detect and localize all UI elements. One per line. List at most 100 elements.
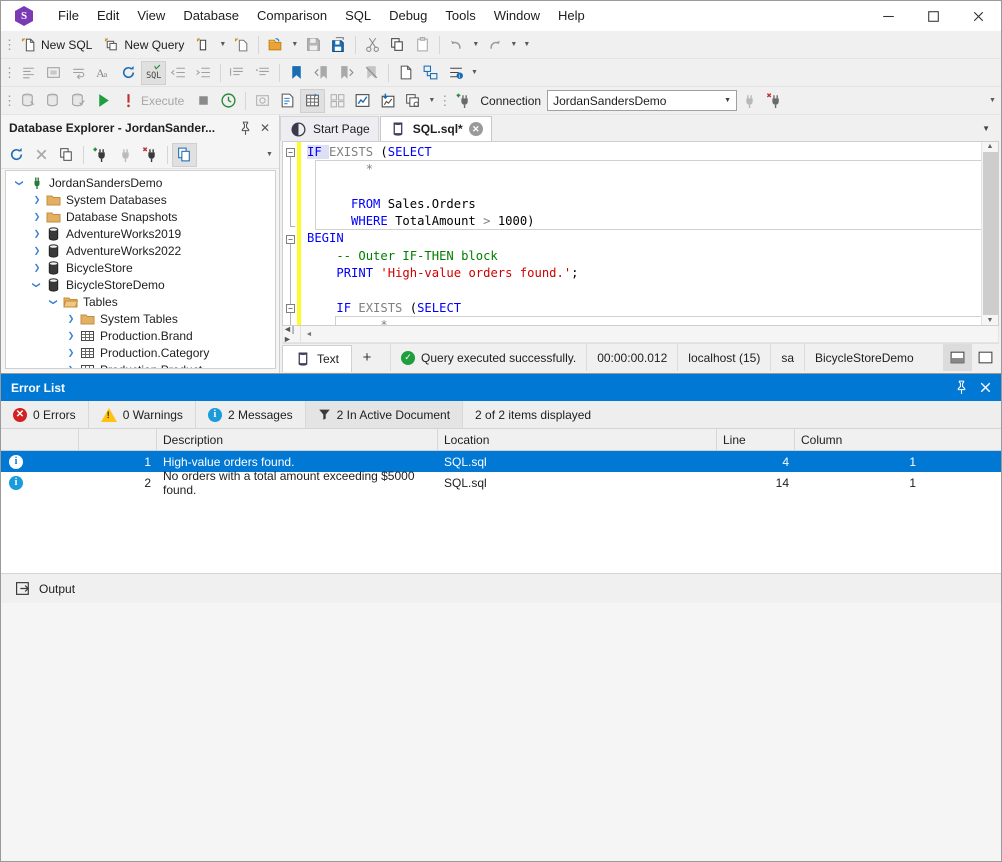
- chevron-down-icon[interactable]: ❯: [12, 175, 28, 191]
- column-header-description[interactable]: Description: [157, 429, 438, 450]
- minimize-button[interactable]: [866, 1, 911, 31]
- code-line[interactable]: BEGIN: [301, 230, 981, 247]
- save-button[interactable]: [301, 33, 326, 57]
- close-panel-button[interactable]: ✕: [255, 118, 275, 138]
- vertical-scroll-thumb[interactable]: [983, 152, 998, 316]
- undo-button[interactable]: [444, 33, 469, 57]
- menu-help[interactable]: Help: [549, 3, 594, 29]
- menu-tools[interactable]: Tools: [436, 3, 484, 29]
- decrease-indent-button[interactable]: [166, 61, 191, 85]
- code-folding-margin[interactable]: −−−−−−−−: [283, 142, 297, 325]
- toggle-bookmark-button[interactable]: [284, 61, 309, 85]
- error-list-table[interactable]: Description Location Line Column i1High-…: [1, 429, 1001, 573]
- menu-edit[interactable]: Edit: [88, 3, 128, 29]
- editor-vertical-scrollbar[interactable]: ▲ ▼: [981, 142, 998, 325]
- column-header-icon[interactable]: [1, 429, 79, 450]
- estimated-plan-button[interactable]: [375, 89, 400, 113]
- editor-horizontal-scrollbar[interactable]: ◄|► ◄: [282, 326, 999, 343]
- connection-combobox[interactable]: JordanSandersDemo ▼: [547, 90, 737, 111]
- copy-button[interactable]: [385, 33, 410, 57]
- open-file-dropdown[interactable]: ▼: [288, 33, 301, 57]
- tree-node-system-tables[interactable]: ❯System Tables: [6, 310, 275, 327]
- validate-database-button[interactable]: [66, 89, 91, 113]
- chevron-down-icon[interactable]: ❯: [46, 294, 62, 310]
- split-horizontal-button[interactable]: [943, 344, 971, 371]
- results-overflow[interactable]: ▼: [425, 89, 438, 113]
- code-line[interactable]: [301, 179, 981, 196]
- scroll-left-icon[interactable]: ◄: [301, 327, 317, 342]
- undo-dropdown[interactable]: ▼: [469, 33, 482, 57]
- new-project-button[interactable]: [229, 33, 254, 57]
- format-sql-button[interactable]: [16, 61, 41, 85]
- refresh-tree-button[interactable]: [4, 143, 29, 167]
- chevron-right-icon[interactable]: ❯: [29, 209, 45, 225]
- menu-sql[interactable]: SQL: [336, 3, 380, 29]
- next-bookmark-button[interactable]: [334, 61, 359, 85]
- full-screen-results-button[interactable]: [971, 344, 999, 371]
- stop-button[interactable]: [191, 89, 216, 113]
- chevron-right-icon[interactable]: ❯: [29, 243, 45, 259]
- tab-sql-sql[interactable]: SQL.sql* ✕: [380, 116, 492, 141]
- menu-comparison[interactable]: Comparison: [248, 3, 336, 29]
- code-line[interactable]: FROM Sales.Orders: [301, 196, 981, 213]
- code-line[interactable]: IF EXISTS (SELECT: [301, 300, 981, 317]
- results-tab-text[interactable]: Text: [282, 345, 352, 372]
- disconnect-all-button[interactable]: [762, 89, 787, 113]
- table-row[interactable]: i1High-value orders found.SQL.sql41: [1, 451, 1001, 472]
- database-tree[interactable]: ❯JordanSandersDemo❯System Databases❯Data…: [5, 170, 276, 369]
- output-bar[interactable]: Output: [1, 573, 1001, 603]
- scroll-up-icon[interactable]: ▲: [982, 142, 999, 151]
- comment-lines-button[interactable]: [225, 61, 250, 85]
- code-line[interactable]: -- Outer IF-THEN block: [301, 248, 981, 265]
- close-tab-icon[interactable]: ✕: [469, 122, 483, 136]
- tree-node-database-snapshots[interactable]: ❯Database Snapshots: [6, 208, 275, 225]
- increase-indent-button[interactable]: [191, 61, 216, 85]
- chevron-right-icon[interactable]: ❯: [63, 311, 79, 327]
- close-button[interactable]: [956, 1, 1001, 31]
- execute-button-icon[interactable]: [91, 89, 116, 113]
- column-header-line[interactable]: Line: [717, 429, 795, 450]
- code-line[interactable]: *: [301, 161, 981, 178]
- tree-node-production-product[interactable]: ❯Production.Product: [6, 361, 275, 369]
- change-case-button[interactable]: Aa: [91, 61, 116, 85]
- tree-node-adventureworks2019[interactable]: ❯AdventureWorks2019: [6, 225, 275, 242]
- structure-view-button[interactable]: [418, 61, 443, 85]
- previous-bookmark-button[interactable]: [309, 61, 334, 85]
- fold-toggle-icon[interactable]: −: [286, 235, 295, 244]
- wrap-lines-button[interactable]: [66, 61, 91, 85]
- filter-active-document[interactable]: 2 In Active Document: [306, 401, 463, 428]
- table-row[interactable]: i2No orders with a total amount exceedin…: [1, 472, 1001, 493]
- code-line[interactable]: IF EXISTS (SELECT: [301, 144, 981, 161]
- redo-button[interactable]: [482, 33, 507, 57]
- remove-connection-button[interactable]: [138, 143, 163, 167]
- filter-errors[interactable]: ✕ 0 Errors: [1, 401, 89, 428]
- tab-start-page[interactable]: Start Page: [280, 116, 379, 141]
- menu-window[interactable]: Window: [485, 3, 549, 29]
- sql-code-editor[interactable]: −−−−−−−− IF EXISTS (SELECT * FROM Sales.…: [282, 141, 999, 326]
- toolbar-grip-2[interactable]: [5, 64, 14, 82]
- open-file-button[interactable]: [263, 33, 288, 57]
- formatting-options-button[interactable]: i: [443, 61, 468, 85]
- clear-bookmarks-button[interactable]: [359, 61, 384, 85]
- query-options-button[interactable]: [400, 89, 425, 113]
- sidebar-overflow[interactable]: ▼: [263, 143, 276, 167]
- new-file-dropdown[interactable]: ▼: [216, 33, 229, 57]
- pin-icon[interactable]: [235, 118, 255, 138]
- execute-label-button[interactable]: Execute: [116, 89, 191, 113]
- filter-messages[interactable]: i 2 Messages: [196, 401, 306, 428]
- tree-node-adventureworks2022[interactable]: ❯AdventureWorks2022: [6, 242, 275, 259]
- add-results-tab-button[interactable]: +: [352, 344, 382, 371]
- column-header-location[interactable]: Location: [438, 429, 717, 450]
- tree-node-production-brand[interactable]: ❯Production.Brand: [6, 327, 275, 344]
- toolbar-grip-4[interactable]: [440, 92, 449, 110]
- new-connection-icon-button[interactable]: [451, 89, 476, 113]
- execute-sql-mode-button[interactable]: SQL: [141, 61, 166, 85]
- redo-dropdown[interactable]: ▼: [507, 33, 520, 57]
- results-to-text-button[interactable]: [275, 89, 300, 113]
- tree-node-bicyclestore[interactable]: ❯BicycleStore: [6, 259, 275, 276]
- new-query-button[interactable]: New Query: [99, 33, 191, 57]
- menu-debug[interactable]: Debug: [380, 3, 436, 29]
- tab-list-dropdown-icon[interactable]: ▼: [977, 124, 995, 133]
- paste-button[interactable]: [410, 33, 435, 57]
- save-all-button[interactable]: [326, 33, 351, 57]
